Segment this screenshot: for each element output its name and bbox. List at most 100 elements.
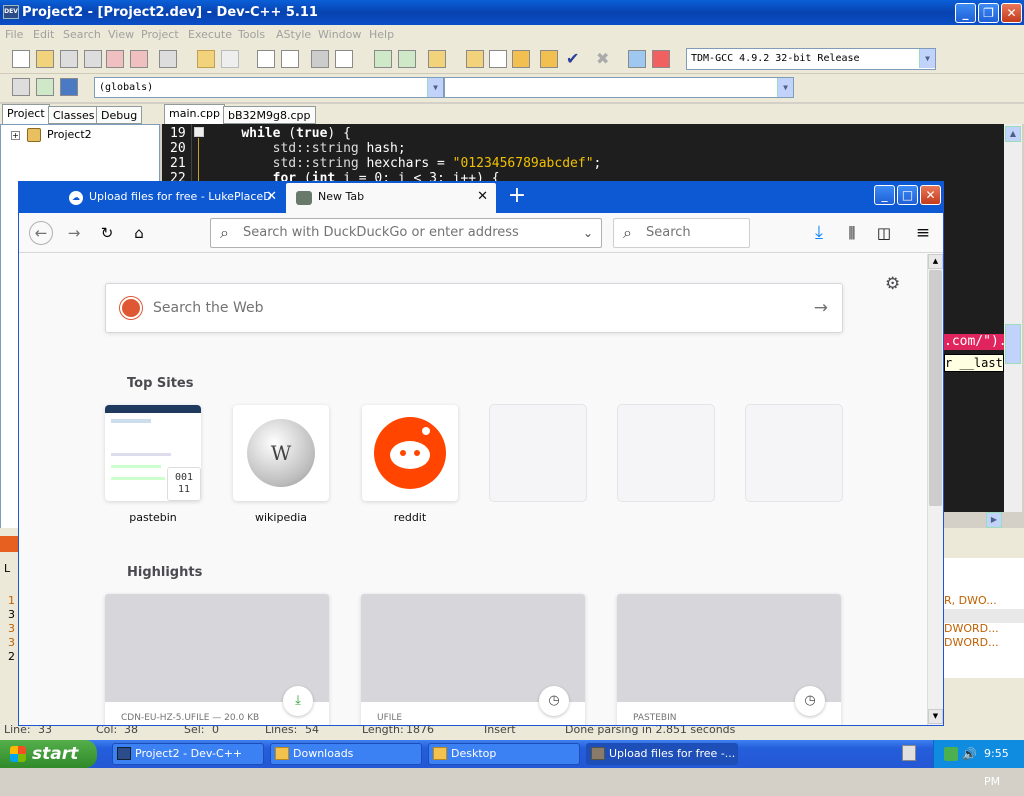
devcpp-toolbar-class: (globals) ▼ ▼	[0, 74, 1024, 102]
network-icon[interactable]	[944, 747, 958, 761]
top-site-pastebin[interactable]: 001 11	[105, 405, 201, 501]
tab-project[interactable]: Project	[2, 104, 50, 124]
tab-bb32m9g8-cpp[interactable]: bB32M9g8.cpp	[223, 106, 316, 124]
tab-debug[interactable]: Debug	[96, 106, 143, 124]
arrow-right-icon[interactable]: →	[814, 284, 828, 332]
forward-icon[interactable]: →	[62, 221, 86, 245]
ff-close-button[interactable]: ✕	[920, 185, 941, 205]
scroll-thumb[interactable]	[929, 270, 942, 506]
highlight-card[interactable]: ⤓ CDN-EU-HZ-5.UFILE — 20.0 KB	[105, 594, 329, 725]
bookmark-icon[interactable]	[335, 50, 353, 68]
rebuild-icon[interactable]	[540, 50, 558, 68]
editor-vertical-scrollbar[interactable]: ▲	[1004, 124, 1022, 512]
compile-run-icon[interactable]	[512, 50, 530, 68]
undo-icon[interactable]	[197, 50, 215, 68]
search-placeholder: Search	[646, 225, 691, 240]
reload-icon[interactable]: ↻	[95, 221, 119, 245]
ff-minimize-button[interactable]: _	[874, 185, 895, 205]
add-to-project-icon[interactable]	[374, 50, 392, 68]
tab-classes[interactable]: Classes	[48, 106, 100, 124]
menu-tools[interactable]: Tools	[238, 28, 265, 41]
task-desktop[interactable]: Desktop	[428, 743, 580, 765]
close-button[interactable]: ✕	[1001, 3, 1022, 23]
class-select[interactable]: (globals) ▼	[94, 77, 444, 98]
top-site-reddit[interactable]	[362, 405, 458, 501]
syntax-check-icon[interactable]: ✔	[566, 50, 584, 68]
print-icon[interactable]	[159, 50, 177, 68]
save-icon[interactable]	[60, 50, 78, 68]
redo-icon[interactable]	[221, 50, 239, 68]
menu-view[interactable]: View	[108, 28, 134, 41]
scroll-right-icon[interactable]: ▶	[986, 512, 1002, 528]
clock[interactable]: 9:55 PM	[984, 740, 1024, 796]
restore-button[interactable]: ❐	[978, 3, 999, 23]
close-tab-icon[interactable]: ✕	[266, 183, 277, 211]
remove-from-project-icon[interactable]	[398, 50, 416, 68]
scroll-up-icon[interactable]: ▲	[928, 254, 943, 269]
fold-icon[interactable]	[194, 127, 204, 137]
reddit-antenna	[422, 427, 430, 435]
menu-window[interactable]: Window	[318, 28, 361, 41]
toggle-bookmark-icon[interactable]	[36, 78, 54, 96]
menu-edit[interactable]: Edit	[33, 28, 54, 41]
project-options-icon[interactable]	[428, 50, 446, 68]
goto-icon[interactable]	[311, 50, 329, 68]
profile-icon[interactable]	[628, 50, 646, 68]
scroll-thumb[interactable]	[1005, 324, 1021, 364]
keyboard-icon[interactable]	[902, 745, 916, 761]
download-icon[interactable]: ⤓	[807, 221, 831, 245]
find-icon[interactable]	[257, 50, 275, 68]
menu-execute[interactable]: Execute	[188, 28, 232, 41]
highlight-card[interactable]: ◷ UFILE	[361, 594, 585, 725]
page-vertical-scrollbar[interactable]: ▲ ▼	[927, 254, 943, 725]
compiler-select[interactable]: TDM-GCC 4.9.2 32-bit Release ▼	[686, 48, 936, 70]
chevron-down-icon[interactable]: ⌄	[583, 219, 593, 247]
save-all-icon[interactable]	[84, 50, 102, 68]
search-bar[interactable]: ⌕ Search	[613, 218, 750, 248]
delete-profile-icon[interactable]	[652, 50, 670, 68]
menu-help[interactable]: Help	[369, 28, 394, 41]
web-search-box[interactable]: Search the Web →	[105, 283, 843, 333]
gear-icon[interactable]: ⚙	[885, 274, 900, 294]
run-icon[interactable]	[489, 50, 507, 68]
menu-file[interactable]: File	[5, 28, 23, 41]
menu-project[interactable]: Project	[141, 28, 179, 41]
new-file-icon[interactable]	[12, 50, 30, 68]
tab-upload-files[interactable]: ☁ Upload files for free - LukePlaceD ✕	[63, 183, 283, 213]
close-tab-icon[interactable]: ✕	[477, 183, 488, 211]
sidebar-icon[interactable]: ◫	[872, 221, 896, 245]
member-select[interactable]: ▼	[444, 77, 794, 98]
open-icon[interactable]	[36, 50, 54, 68]
tree-item-project2[interactable]: Project2	[47, 128, 92, 141]
new-tab-plus-icon[interactable]: +	[505, 183, 529, 211]
task-downloads[interactable]: Downloads	[270, 743, 422, 765]
menu-astyle[interactable]: AStyle	[276, 28, 311, 41]
minimize-button[interactable]: _	[955, 3, 976, 23]
close-file-icon[interactable]	[106, 50, 124, 68]
home-icon[interactable]: ⌂	[127, 221, 151, 245]
task-firefox[interactable]: Upload files for free -...	[586, 743, 738, 765]
tab-main-cpp[interactable]: main.cpp	[164, 104, 225, 124]
menu-search[interactable]: Search	[63, 28, 101, 41]
menu-icon[interactable]: ≡	[911, 221, 935, 245]
top-site-wikipedia[interactable]: W	[233, 405, 329, 501]
stop-execution-icon[interactable]: ✖	[596, 50, 614, 68]
url-bar[interactable]: ⌕ Search with DuckDuckGo or enter addres…	[210, 218, 602, 248]
highlight-card[interactable]: ◷ PASTEBIN	[617, 594, 841, 725]
volume-icon[interactable]: 🔊	[962, 747, 977, 761]
close-all-icon[interactable]	[130, 50, 148, 68]
expand-icon[interactable]: +	[11, 131, 20, 140]
library-icon[interactable]: ⫼	[840, 221, 864, 245]
replace-icon[interactable]	[281, 50, 299, 68]
ff-maximize-button[interactable]: □	[897, 185, 918, 205]
goto-bookmark-icon[interactable]	[60, 78, 78, 96]
task-devcpp[interactable]: Project2 - Dev-C++	[112, 743, 264, 765]
insert-icon[interactable]	[12, 78, 30, 96]
scroll-down-icon[interactable]: ▼	[928, 709, 943, 724]
scroll-up-icon[interactable]: ▲	[1005, 126, 1021, 142]
devcpp-titlebar[interactable]: DEV Project2 - [Project2.dev] - Dev-C++ …	[0, 0, 1024, 25]
tab-new-tab[interactable]: New Tab ✕	[286, 183, 496, 213]
start-button[interactable]: start	[0, 740, 97, 768]
compile-icon[interactable]	[466, 50, 484, 68]
back-icon[interactable]: ←	[29, 221, 53, 245]
